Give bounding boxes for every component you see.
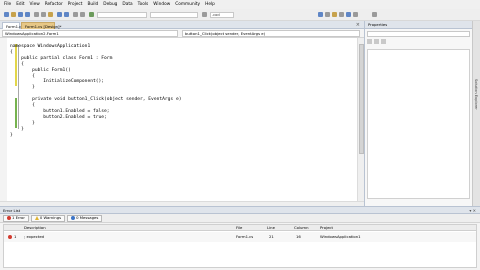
toolbox-icon[interactable] [339,12,344,17]
properties-object-dropdown[interactable] [367,31,470,37]
column-header-description[interactable]: Description [24,225,46,231]
solution-explorer-label: Solution Explorer [474,79,478,110]
properties-panel: Properties [364,21,472,206]
table-row[interactable]: 1 ; expected Form1.cs 21 16 WindowsAppli… [4,232,476,242]
code-text[interactable]: namespace WindowsApplication1{ public pa… [10,44,181,139]
class-dropdown[interactable]: WindowsApplication2.Form1 [2,30,178,37]
navigate-forward-icon[interactable] [80,12,85,17]
paste-icon[interactable] [48,12,53,17]
properties-toolbar [367,39,470,46]
messages-filter-label: 0 Messages [76,215,99,220]
menu-edit[interactable]: Edit [16,2,24,7]
error-description: ; expected [24,234,45,239]
standard-toolbar: .cod [0,9,480,21]
properties-window-icon[interactable] [325,12,330,17]
menu-view[interactable]: View [30,2,40,7]
tab-form1-code[interactable]: Form1.cs* [2,22,25,29]
save-all-icon[interactable] [25,12,30,17]
error-list-grid: Description File Line Column Project 1 ;… [3,224,477,268]
code-navigation-bar: WindowsApplication2.Form1 button1_Click(… [0,29,364,38]
menu-debug[interactable]: Debug [103,2,117,7]
object-browser-icon[interactable] [332,12,337,17]
find-icon[interactable] [202,12,207,17]
errors-filter-button[interactable]: 1 Error [3,214,29,222]
column-header-file[interactable]: File [236,225,242,231]
new-project-icon[interactable] [4,12,9,17]
errors-filter-label: 1 Error [12,215,25,220]
code-line: private void button1_Click(object sender… [10,97,182,103]
more-tools-icon[interactable] [353,12,358,17]
member-dropdown[interactable]: button1_Click(object sender, EventArgs e… [182,30,360,37]
code-editor[interactable]: namespace WindowsApplication1{ public pa… [0,38,357,201]
events-icon[interactable] [381,39,386,44]
error-line: 21 [269,234,274,239]
menu-window[interactable]: Window [153,2,170,7]
error-index: 1 [14,234,17,239]
menu-bar: File Edit View Refactor Project Build De… [0,0,480,9]
open-file-icon[interactable] [11,12,16,17]
column-header-project[interactable]: Project [320,225,333,231]
solution-explorer-icon[interactable] [318,12,323,17]
properties-grid[interactable] [367,49,470,199]
column-header-line[interactable]: Line [267,225,275,231]
menu-tools[interactable]: Tools [138,2,149,7]
copy-icon[interactable] [41,12,46,17]
message-icon [71,216,76,220]
messages-filter-button[interactable]: 0 Messages [67,214,103,222]
warnings-filter-button[interactable]: 0 Warnings [30,214,66,222]
alphabetical-icon[interactable] [374,39,379,44]
start-debugging-icon[interactable] [89,12,94,17]
close-document-icon[interactable]: × [356,22,360,28]
menu-refactor[interactable]: Refactor [45,2,63,7]
solution-platform-combo[interactable] [150,12,198,18]
panel-pin-close-icons[interactable]: ▾ ✕ [469,207,476,214]
error-icon [7,216,11,220]
error-project: WindowsApplication1 [320,234,361,239]
error-list-title-bar: Error List ▾ ✕ [0,207,480,214]
undo-icon[interactable] [57,12,62,17]
solution-configuration-combo[interactable] [97,12,147,18]
solution-explorer-tab[interactable]: Solution Explorer [472,21,480,206]
menu-data[interactable]: Data [122,2,132,7]
error-list-filters: 1 Error 0 Warnings 0 Messages [0,214,480,223]
error-file: Form1.cs [236,234,254,239]
find-combo[interactable]: .cod [210,12,234,18]
error-list-header: Description File Line Column Project [4,225,476,231]
editor-vertical-scrollbar[interactable] [357,38,364,201]
categorized-icon[interactable] [367,39,372,44]
redo-icon[interactable] [64,12,69,17]
cut-icon[interactable] [34,12,39,17]
toolbar-options-icon[interactable] [372,12,377,17]
properties-title: Properties [365,21,472,29]
tab-form1-design[interactable]: Form1.cs [Design]* [21,22,61,29]
document-tab-strip: Form1.cs* Form1.cs [Design]* × [0,21,364,29]
warnings-filter-label: 0 Warnings [39,215,62,220]
menu-project[interactable]: Project [68,2,83,7]
error-list-title: Error List [3,208,21,213]
code-line: } [10,132,13,138]
navigate-back-icon[interactable] [73,12,78,17]
error-list-panel: Error List ▾ ✕ 1 Error 0 Warnings 0 Mess… [0,206,480,270]
error-column: 16 [296,234,301,239]
warning-icon [34,216,39,220]
selection-margin [0,38,7,201]
menu-build[interactable]: Build [87,2,98,7]
save-icon[interactable] [18,12,23,17]
column-header-column[interactable]: Column [294,225,309,231]
error-icon [8,235,12,239]
start-page-icon[interactable] [346,12,351,17]
menu-file[interactable]: File [4,2,11,7]
menu-community[interactable]: Community [175,2,200,7]
menu-help[interactable]: Help [205,2,215,7]
